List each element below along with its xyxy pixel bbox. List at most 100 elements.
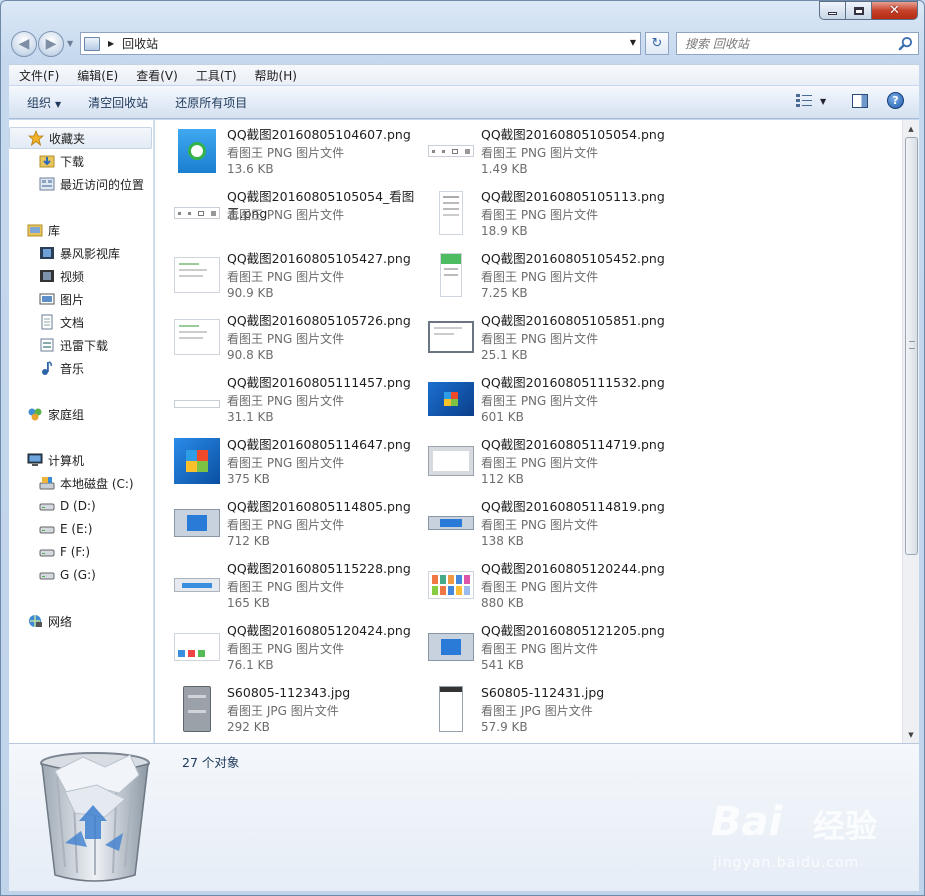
minimize-button[interactable] <box>819 1 846 20</box>
address-history-dropdown[interactable]: ▼ <box>630 38 636 47</box>
nav-drive-c-label: 本地磁盘 (C:) <box>60 476 134 491</box>
file-item[interactable]: QQ截图20160805105726.png 看图王 PNG 图片文件 90.8 K… <box>155 306 411 362</box>
refresh-button[interactable]: ↻ <box>645 32 669 55</box>
file-item[interactable]: S60805-112343.jpg 看图王 JPG 图片文件 292 KB <box>155 678 405 734</box>
restore-all-button[interactable]: 还原所有项目 <box>157 94 256 111</box>
file-size: 57.9 KB <box>481 720 528 734</box>
file-item[interactable]: QQ截图20160805105452.png 看图王 PNG 图片文件 7.25 K… <box>409 244 665 300</box>
file-size: 165 KB <box>227 596 270 610</box>
file-item[interactable]: QQ截图20160805105851.png 看图王 PNG 图片文件 25.1 K… <box>409 306 665 362</box>
file-item[interactable]: QQ截图20160805114647.png 看图王 PNG 图片文件 375 KB <box>155 430 411 486</box>
file-size: 112 KB <box>481 472 524 486</box>
file-thumbnail-icon <box>173 624 221 670</box>
nav-storm-video-label: 暴风影视库 <box>60 246 121 261</box>
file-item[interactable]: QQ截图20160805105054.png 看图王 PNG 图片文件 1.49 K… <box>409 120 665 176</box>
video-library-icon <box>40 247 54 259</box>
organize-button[interactable]: 组织 ▼ <box>9 94 70 111</box>
nav-downloads[interactable]: 下载 <box>39 150 84 172</box>
file-item[interactable]: QQ截图20160805114719.png 看图王 PNG 图片文件 112 KB <box>409 430 665 486</box>
file-item[interactable]: S60805-112431.jpg 看图王 JPG 图片文件 57.9 KB <box>409 678 659 734</box>
nav-storm-video[interactable]: 暴风影视库 <box>39 242 120 264</box>
address-row: ◀ ▶ ▼ ▶ 回收站 ▼ ↻ <box>1 29 924 59</box>
nav-videos[interactable]: 视频 <box>39 265 84 287</box>
nav-favorites[interactable]: 收藏夹 <box>9 127 152 149</box>
file-type: 看图王 PNG 图片文件 <box>227 146 345 160</box>
file-size: 375 KB <box>227 472 270 486</box>
breadcrumb-recycle-bin[interactable]: 回收站 <box>122 35 158 52</box>
help-button[interactable]: ? <box>887 92 904 109</box>
libraries-icon <box>27 224 43 237</box>
nav-drive-c[interactable]: 本地磁盘 (C:) <box>39 472 134 494</box>
recent-pages-dropdown[interactable]: ▼ <box>67 39 73 48</box>
file-item[interactable]: QQ截图20160805120244.png 看图王 PNG 图片文件 880 KB <box>409 554 665 610</box>
file-item[interactable]: QQ截图20160805115228.png 看图王 PNG 图片文件 165 KB <box>155 554 411 610</box>
address-bar[interactable]: ▶ 回收站 ▼ <box>80 32 641 55</box>
nav-xunlei-downloads[interactable]: 迅雷下载 <box>39 334 108 356</box>
search-box[interactable] <box>676 32 919 55</box>
file-size: 76.1 KB <box>227 658 274 672</box>
empty-recycle-bin-button[interactable]: 清空回收站 <box>70 94 157 111</box>
file-item[interactable]: QQ截图20160805111457.png 看图王 PNG 图片文件 31.1 K… <box>155 368 411 424</box>
scroll-down-button[interactable]: ▼ <box>903 726 919 743</box>
file-item[interactable]: QQ截图20160805114805.png 看图王 PNG 图片文件 712 KB <box>155 492 411 548</box>
picture-icon <box>39 293 55 305</box>
breadcrumb-arrow-icon[interactable]: ▶ <box>108 39 114 48</box>
maximize-button[interactable] <box>846 1 872 20</box>
nav-libraries[interactable]: 库 <box>27 219 60 241</box>
menu-view[interactable]: 查看(V) <box>126 67 186 84</box>
recycle-bin-large-icon <box>40 752 150 882</box>
file-type: 看图王 PNG 图片文件 <box>227 580 345 594</box>
nav-music[interactable]: 音乐 <box>39 357 84 379</box>
file-size: 601 KB <box>481 410 524 424</box>
search-icon[interactable] <box>898 36 913 51</box>
preview-pane-button[interactable] <box>852 94 868 108</box>
nav-computer[interactable]: 计算机 <box>27 449 84 471</box>
file-type: 看图王 PNG 图片文件 <box>227 394 345 408</box>
file-name: QQ截图20160805114719.png <box>481 437 665 452</box>
minimize-icon <box>828 12 837 15</box>
file-type: 看图王 PNG 图片文件 <box>227 456 345 470</box>
file-item[interactable]: QQ截图20160805105113.png 看图王 PNG 图片文件 18.9 K… <box>409 182 665 238</box>
scroll-up-button[interactable]: ▲ <box>903 120 919 137</box>
film-icon <box>40 270 54 282</box>
nav-documents[interactable]: 文档 <box>39 311 84 333</box>
caption-buttons: ✕ <box>819 1 918 20</box>
back-button[interactable]: ◀ <box>11 31 37 57</box>
nav-network[interactable]: 网络 <box>27 610 72 632</box>
file-item[interactable]: QQ截图20160805104607.png 看图王 PNG 图片文件 13.6 K… <box>155 120 411 176</box>
file-thumbnail-icon <box>427 686 475 732</box>
view-details-icon <box>796 94 812 107</box>
nav-favorites-label: 收藏夹 <box>49 131 86 146</box>
nav-recent-places[interactable]: 最近访问的位置 <box>39 173 144 195</box>
nav-pictures[interactable]: 图片 <box>39 288 84 310</box>
file-item[interactable]: QQ截图20160805105054_看图王.png 看图王 PNG 图片文件 <box>155 182 414 238</box>
close-button[interactable]: ✕ <box>872 1 918 20</box>
file-thumbnail-icon <box>173 376 221 422</box>
file-item[interactable]: QQ截图20160805111532.png 看图王 PNG 图片文件 601 KB <box>409 368 665 424</box>
nav-drive-g[interactable]: G (G:) <box>39 564 96 586</box>
menu-help[interactable]: 帮助(H) <box>245 67 305 84</box>
file-size: 90.8 KB <box>227 348 274 362</box>
chevron-down-icon: ▼ <box>820 96 827 106</box>
nav-drive-f[interactable]: F (F:) <box>39 541 90 563</box>
watermark-brand: Bai <box>711 799 783 845</box>
file-item[interactable]: QQ截图20160805105427.png 看图王 PNG 图片文件 90.9 K… <box>155 244 411 300</box>
menu-edit[interactable]: 编辑(E) <box>67 67 126 84</box>
file-item[interactable]: QQ截图20160805120424.png 看图王 PNG 图片文件 76.1 K… <box>155 616 411 672</box>
nav-drive-e[interactable]: E (E:) <box>39 518 92 540</box>
forward-button[interactable]: ▶ <box>38 31 64 57</box>
menu-file[interactable]: 文件(F) <box>9 67 67 84</box>
menu-tools[interactable]: 工具(T) <box>186 67 245 84</box>
scrollbar-thumb[interactable] <box>905 137 918 555</box>
file-name: QQ截图20160805114805.png <box>227 499 411 514</box>
nav-drive-d[interactable]: D (D:) <box>39 495 96 517</box>
vertical-scrollbar[interactable]: ▲ ▼ <box>902 120 919 743</box>
search-input[interactable] <box>685 36 885 51</box>
file-list: QQ截图20160805104607.png 看图王 PNG 图片文件 13.6 K… <box>155 120 902 743</box>
file-type: 看图王 JPG 图片文件 <box>481 704 593 718</box>
file-item[interactable]: QQ截图20160805114819.png 看图王 PNG 图片文件 138 KB <box>409 492 665 548</box>
file-type: 看图王 JPG 图片文件 <box>227 704 339 718</box>
nav-homegroup[interactable]: 家庭组 <box>27 403 84 425</box>
change-view-button[interactable]: ▼ <box>796 94 826 108</box>
file-item[interactable]: QQ截图20160805121205.png 看图王 PNG 图片文件 541 KB <box>409 616 665 672</box>
